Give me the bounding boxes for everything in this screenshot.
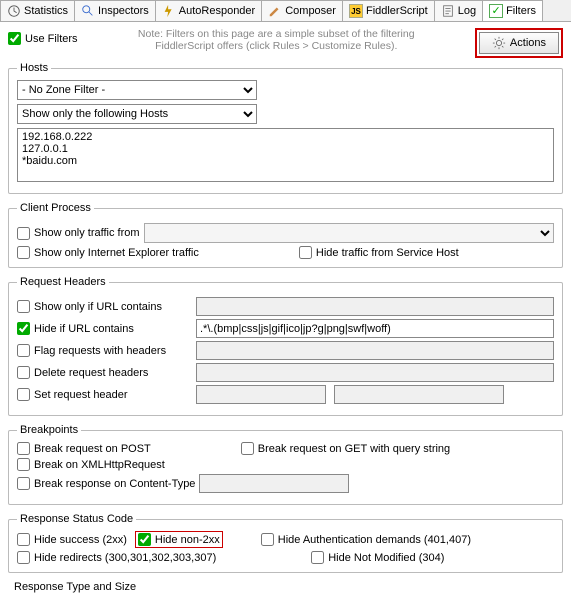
show-only-traffic-checkbox[interactable]: Show only traffic from (17, 227, 140, 240)
breakpoints-legend: Breakpoints (17, 424, 81, 436)
show-if-url-input[interactable] (196, 297, 554, 316)
request-headers-group: Request Headers Show only if URL contain… (8, 276, 563, 416)
hide-auth-checkbox[interactable]: Hide Authentication demands (401,407) (261, 531, 471, 548)
break-content-type-checkbox[interactable]: Break response on Content-Type (17, 477, 195, 490)
set-header-name-input[interactable] (196, 385, 326, 404)
hide-if-url-checkbox[interactable]: Hide if URL contains (17, 322, 134, 335)
hide-service-host-checkbox[interactable]: Hide traffic from Service Host (299, 246, 459, 259)
tab-filters[interactable]: ✓ Filters (482, 0, 543, 21)
actions-highlight: Actions (475, 28, 563, 58)
actions-button[interactable]: Actions (479, 32, 559, 54)
tab-label: Filters (506, 5, 536, 17)
flag-headers-input[interactable] (196, 341, 554, 360)
breakpoints-group: Breakpoints Break request on POST Break … (8, 424, 563, 505)
hide-success-checkbox[interactable]: Hide success (2xx) (17, 531, 127, 548)
tab-log[interactable]: Log (434, 0, 483, 21)
break-post-checkbox[interactable]: Break request on POST (17, 442, 151, 455)
hide-if-url-input[interactable] (196, 319, 554, 338)
break-xhr-checkbox[interactable]: Break on XMLHttpRequest (17, 458, 165, 471)
tab-label: Composer (285, 5, 336, 17)
filters-panel: Use Filters Note: Filters on this page a… (0, 22, 571, 593)
lightning-icon (162, 4, 176, 18)
set-header-value-input[interactable] (334, 385, 504, 404)
checkbox-icon: ✓ (489, 4, 503, 18)
hosts-legend: Hosts (17, 62, 51, 74)
hosts-textarea[interactable]: 192.168.0.222 127.0.0.1 *baidu.com (17, 128, 554, 182)
client-process-legend: Client Process (17, 202, 94, 214)
use-filters-label: Use Filters (25, 33, 78, 45)
process-select[interactable] (144, 223, 554, 243)
tab-statistics[interactable]: Statistics (0, 0, 75, 21)
tab-composer[interactable]: Composer (261, 0, 343, 21)
tab-label: AutoResponder (179, 5, 255, 17)
tab-label: FiddlerScript (366, 5, 428, 17)
pencil-icon (268, 4, 282, 18)
delete-headers-checkbox[interactable]: Delete request headers (17, 366, 148, 379)
tab-inspectors[interactable]: Inspectors (74, 0, 156, 21)
magnifier-icon (81, 4, 95, 18)
hide-notmodified-checkbox[interactable]: Hide Not Modified (304) (311, 551, 444, 564)
flag-headers-checkbox[interactable]: Flag requests with headers (17, 344, 166, 357)
hide-redirects-checkbox[interactable]: Hide redirects (300,301,302,303,307) (17, 551, 216, 564)
ie-only-checkbox[interactable]: Show only Internet Explorer traffic (17, 246, 199, 259)
client-process-group: Client Process Show only traffic from Sh… (8, 202, 563, 268)
show-if-url-checkbox[interactable]: Show only if URL contains (17, 300, 162, 313)
gear-icon (492, 36, 506, 50)
tab-autoresponder[interactable]: AutoResponder (155, 0, 262, 21)
set-header-checkbox[interactable]: Set request header (17, 388, 128, 401)
tab-label: Log (458, 5, 476, 17)
break-content-type-input[interactable] (199, 474, 349, 493)
tab-fiddlerscript[interactable]: JS FiddlerScript (342, 0, 435, 21)
hide-non2xx-checkbox[interactable]: Hide non-2xx (138, 533, 220, 546)
hosts-group: Hosts - No Zone Filter - Show only the f… (8, 62, 563, 194)
response-status-group: Response Status Code Hide success (2xx) … (8, 513, 563, 573)
tab-bar: Statistics Inspectors AutoResponder Comp… (0, 0, 571, 22)
hide-non2xx-highlight: Hide non-2xx (135, 531, 223, 548)
use-filters-checkbox[interactable]: Use Filters (8, 32, 78, 45)
zone-filter-select[interactable]: - No Zone Filter - (17, 80, 257, 100)
document-icon (441, 4, 455, 18)
tab-label: Inspectors (98, 5, 149, 17)
request-headers-legend: Request Headers (17, 276, 109, 288)
delete-headers-input[interactable] (196, 363, 554, 382)
js-icon: JS (349, 4, 363, 18)
response-type-legend: Response Type and Size (8, 581, 563, 593)
host-filter-select[interactable]: Show only the following Hosts (17, 104, 257, 124)
tab-label: Statistics (24, 5, 68, 17)
note-text: Note: Filters on this page are a simple … (86, 28, 467, 52)
clock-icon (7, 4, 21, 18)
actions-label: Actions (510, 37, 546, 49)
break-get-qs-checkbox[interactable]: Break request on GET with query string (241, 442, 450, 455)
response-status-legend: Response Status Code (17, 513, 136, 525)
